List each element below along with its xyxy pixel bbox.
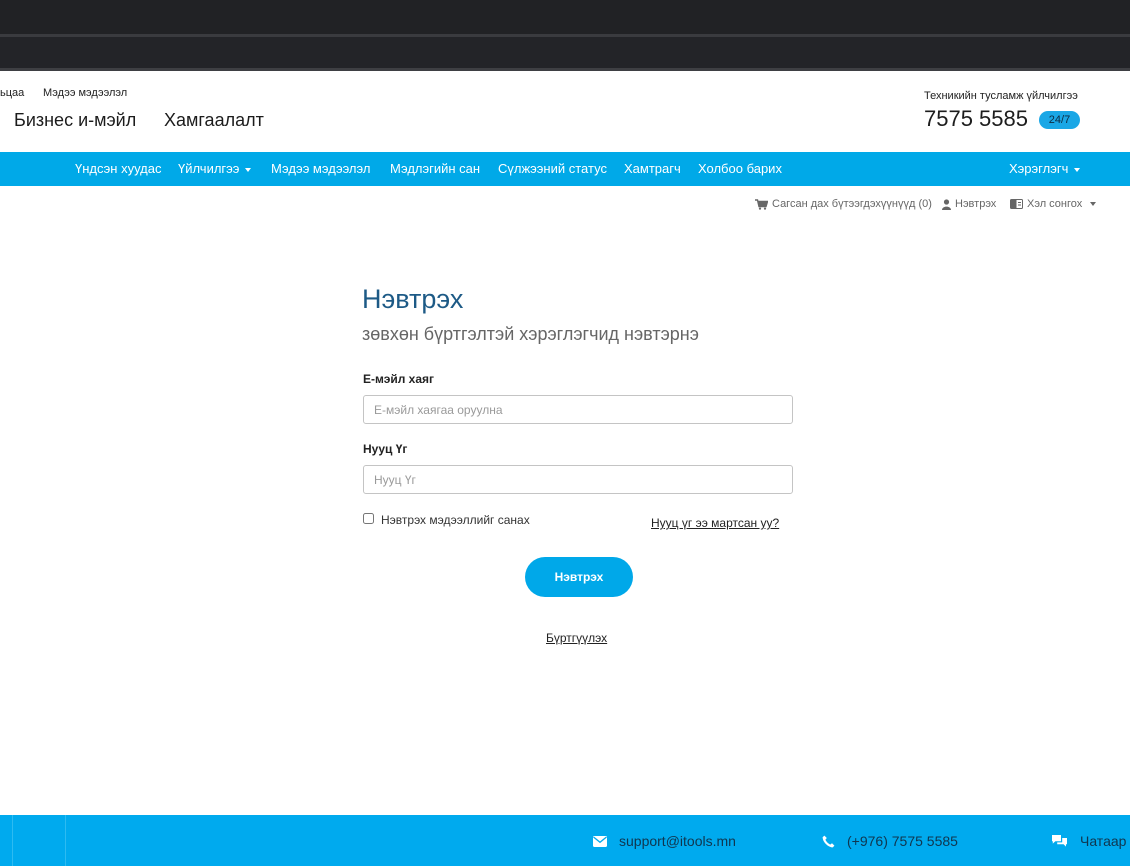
chevron-down-icon bbox=[1090, 202, 1097, 206]
nav-item-label: Хэрэглэгч bbox=[1009, 161, 1069, 176]
language-label: Хэл сонгох bbox=[1027, 198, 1083, 210]
chat-icon bbox=[1052, 835, 1067, 847]
forgot-password-link[interactable]: Нууц үг ээ мартсан уу? bbox=[651, 516, 779, 530]
cart-link[interactable]: Сагсан дах бүтээгдэхүүнүүд (0) bbox=[755, 198, 932, 210]
nav-item-news[interactable]: Мэдээ мэдээлэл bbox=[271, 161, 370, 176]
nav-item-partner[interactable]: Хамтрагч bbox=[624, 161, 681, 176]
login-button[interactable]: Нэвтрэх bbox=[525, 557, 633, 597]
register-link[interactable]: Бүртгүүлэх bbox=[546, 631, 607, 645]
nav-item-label: Холбоо барих bbox=[698, 161, 782, 176]
password-label: Нууц Үг bbox=[363, 442, 408, 456]
support-badge: 24/7 bbox=[1039, 111, 1080, 129]
support-label: Техникийн тусламж үйлчилгээ bbox=[924, 90, 1078, 102]
login-link[interactable]: Нэвтрэх bbox=[942, 198, 996, 210]
chevron-down-icon bbox=[1074, 167, 1081, 172]
nav-item-knowledgebase[interactable]: Мэдлэгийн сан bbox=[390, 161, 480, 176]
nav-item-user-menu[interactable]: Хэрэглэгч bbox=[1009, 161, 1081, 176]
password-field[interactable] bbox=[363, 465, 793, 494]
language-icon bbox=[1010, 199, 1023, 209]
envelope-icon bbox=[593, 835, 607, 847]
chevron-down-icon bbox=[245, 167, 252, 172]
footer-phone-label: (+976) 7575 5585 bbox=[847, 833, 958, 849]
top-link-news[interactable]: Мэдээ мэдээлэл bbox=[43, 87, 127, 99]
footer-email-link[interactable]: support@itools.mn bbox=[593, 833, 736, 849]
nav-item-label: Үйлчилгээ bbox=[178, 161, 240, 176]
footer-email-label: support@itools.mn bbox=[619, 833, 736, 849]
footer-divider bbox=[12, 815, 13, 866]
nav-item-label: Мэдлэгийн сан bbox=[390, 161, 481, 176]
footer-divider bbox=[65, 815, 66, 866]
nav-item-home[interactable]: Үндсэн хуудас bbox=[75, 161, 161, 176]
email-field[interactable] bbox=[363, 395, 793, 424]
nav-item-label: Үндсэн хуудас bbox=[75, 161, 162, 176]
page-subtitle: зөвхөн бүртгэлтэй хэрэглэгчид нэвтэрнэ bbox=[362, 324, 699, 344]
nav-item-contact[interactable]: Холбоо барих bbox=[698, 161, 782, 176]
support-phone: 7575 5585 bbox=[924, 106, 1028, 131]
footer-phone-link[interactable]: (+976) 7575 5585 bbox=[822, 833, 958, 849]
top-link-services[interactable]: ьцаа bbox=[0, 87, 24, 99]
login-link-label: Нэвтрэх bbox=[955, 198, 997, 210]
email-label: Е-мэйл хаяг bbox=[363, 372, 435, 386]
nav-item-label: Мэдээ мэдээлэл bbox=[271, 161, 371, 176]
cart-icon bbox=[755, 198, 768, 210]
nav-item-network-status[interactable]: Сүлжээний статус bbox=[498, 161, 607, 176]
nav-item-services[interactable]: Үйлчилгээ bbox=[178, 161, 252, 176]
footer-chat-label: Чатаар bbox=[1080, 833, 1127, 849]
phone-icon bbox=[822, 835, 835, 847]
top-dark-bar bbox=[0, 0, 1130, 34]
header-link-security[interactable]: Хамгаалалт bbox=[164, 110, 264, 131]
footer-bar bbox=[0, 815, 1130, 866]
user-icon bbox=[942, 198, 951, 210]
remember-me-checkbox[interactable] bbox=[363, 513, 374, 524]
nav-item-label: Хамтрагч bbox=[624, 161, 681, 176]
dark-separator-lower bbox=[0, 68, 1130, 71]
dark-band bbox=[0, 37, 1130, 68]
language-selector[interactable]: Хэл сонгох bbox=[1010, 198, 1097, 210]
cart-label: Сагсан дах бүтээгдэхүүнүүд (0) bbox=[772, 198, 932, 210]
footer-chat-link[interactable]: Чатаар bbox=[1051, 833, 1126, 849]
header-link-business-email[interactable]: Бизнес и-мэйл bbox=[14, 110, 136, 131]
page-title: Нэвтрэх bbox=[362, 284, 464, 314]
remember-me-label[interactable]: Нэвтрэх мэдээллийг санах bbox=[381, 513, 530, 527]
nav-item-label: Сүлжээний статус bbox=[498, 161, 607, 176]
